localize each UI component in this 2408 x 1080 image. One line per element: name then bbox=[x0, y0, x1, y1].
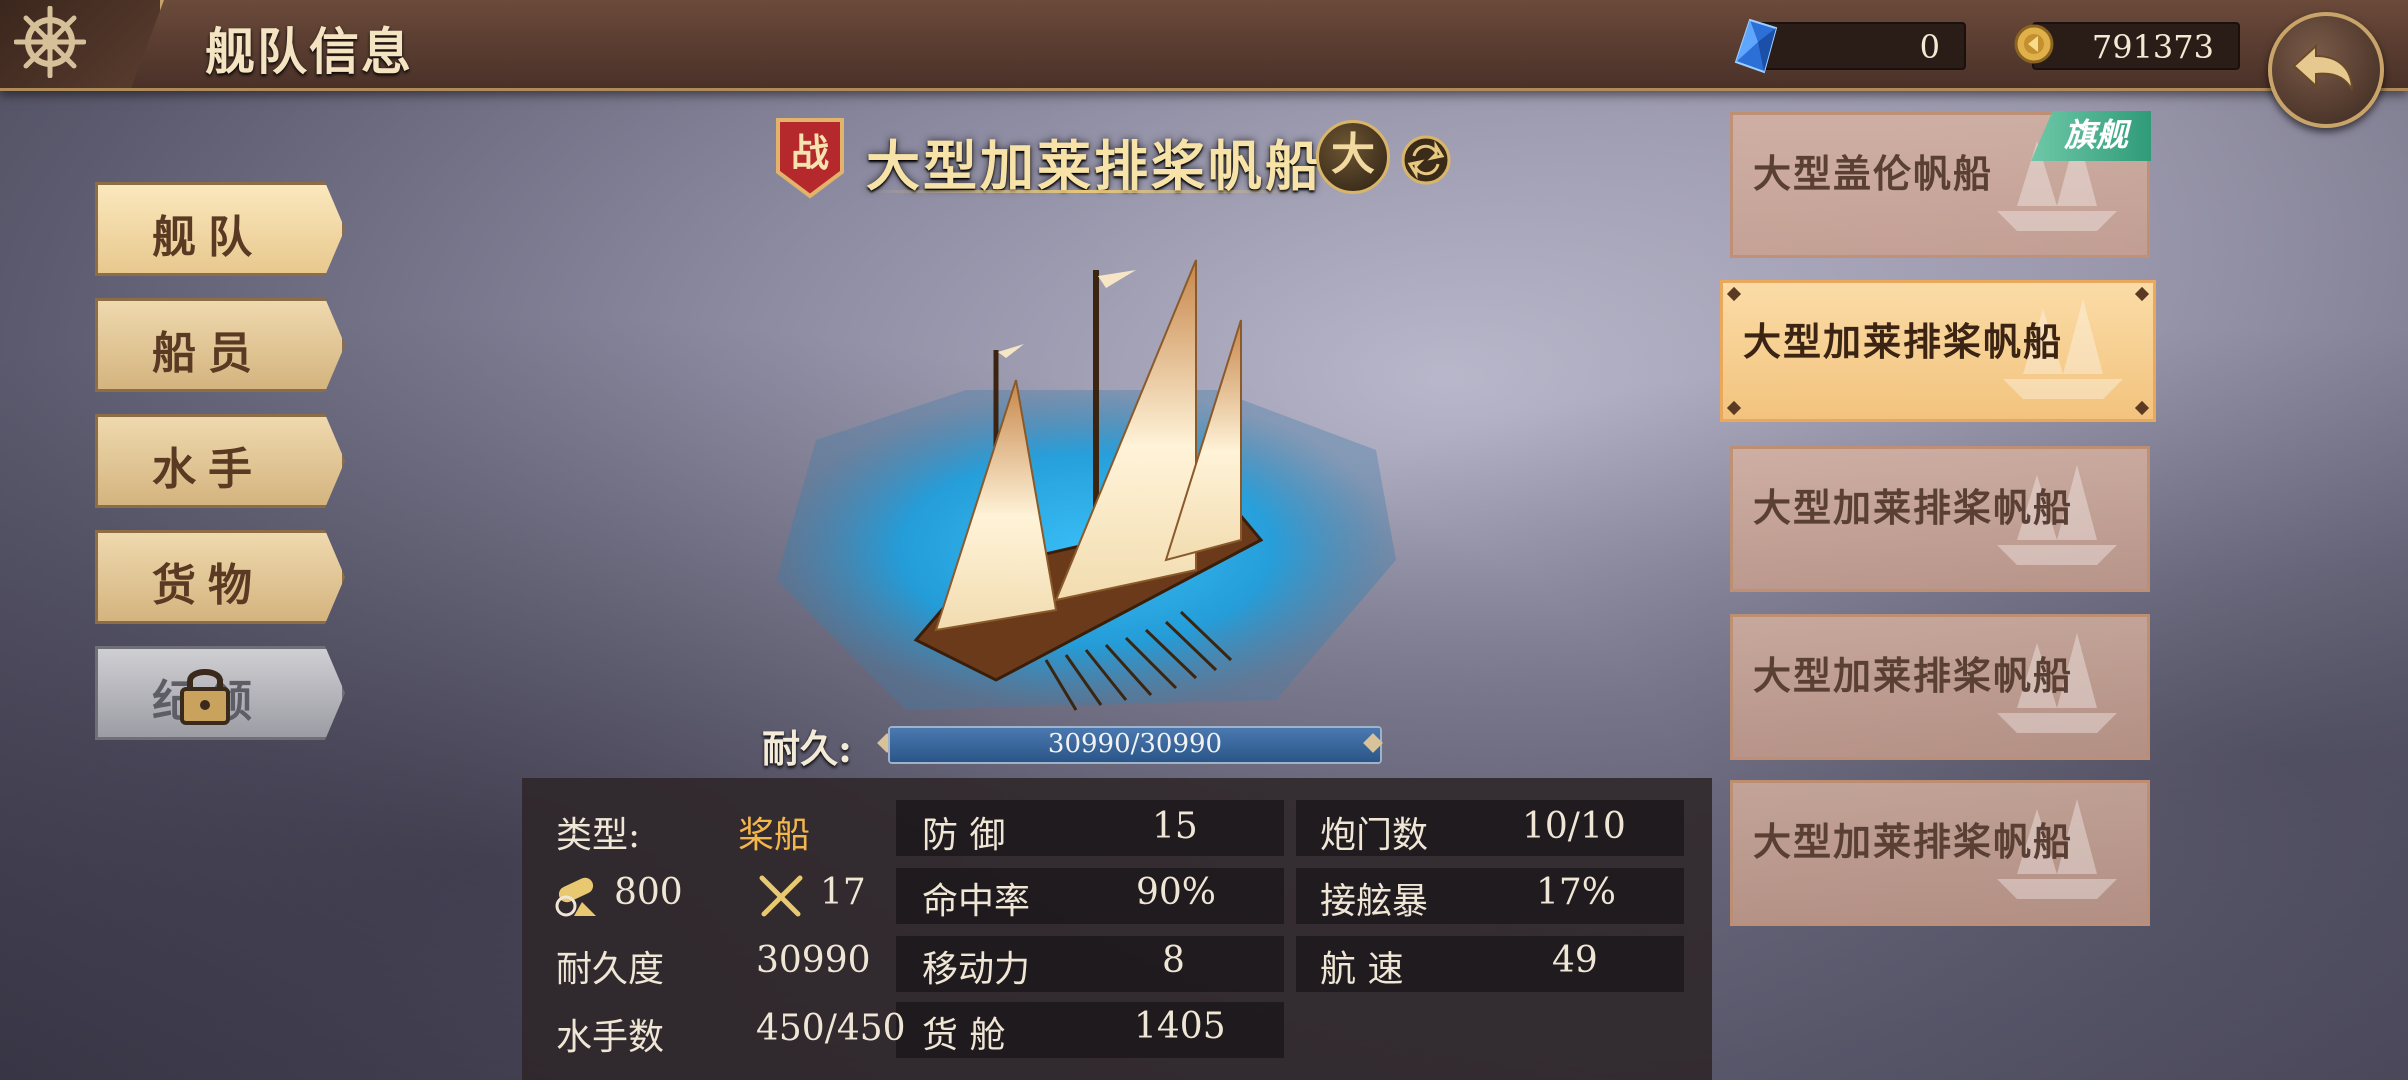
back-button[interactable] bbox=[2268, 12, 2384, 128]
cannon-value: 800 bbox=[614, 872, 683, 913]
crossed-swords-icon bbox=[759, 875, 803, 917]
mobility-label: 移动力 bbox=[922, 949, 1031, 990]
fleet-ship-name: 大型盖伦帆船 bbox=[1753, 151, 1994, 196]
gold-coin-icon bbox=[2014, 24, 2054, 64]
gunports-value: 10/10 bbox=[1522, 806, 1626, 847]
fleet-ship-card[interactable]: 大型盖伦帆船 旗舰 bbox=[1730, 111, 2151, 258]
type-label: 类型: bbox=[556, 815, 641, 856]
durability-label: 耐久: bbox=[762, 726, 853, 771]
swap-icon[interactable] bbox=[1400, 134, 1452, 186]
durability-stat-value: 30990 bbox=[756, 940, 871, 981]
blue-gem-icon bbox=[1734, 18, 1778, 74]
coin-value: 791373 bbox=[2091, 28, 2214, 66]
menu-item-label: 水手 bbox=[152, 444, 264, 495]
melee-value: 17 bbox=[820, 872, 866, 913]
speed-value: 49 bbox=[1552, 940, 1598, 981]
card-corner bbox=[1726, 400, 1742, 416]
fleet-ship-card-selected[interactable]: 大型加莱排桨帆船 bbox=[1720, 280, 2156, 422]
back-arrow-icon bbox=[2292, 43, 2353, 91]
battle-ship-badge: 战 bbox=[776, 118, 844, 199]
ship-size-badge: 大 bbox=[1316, 120, 1390, 194]
page-title: 舰队信息 bbox=[205, 22, 413, 81]
fleet-ship-name: 大型加莱排桨帆船 bbox=[1743, 319, 2064, 364]
ship-wheel-icon bbox=[14, 6, 86, 78]
boarding-label: 接舷暴 bbox=[1320, 881, 1429, 922]
ship-display bbox=[776, 259, 1396, 711]
card-corner bbox=[1726, 286, 1742, 302]
gunports-label: 炮门数 bbox=[1320, 815, 1429, 856]
fleet-ship-card[interactable]: 大型加莱排桨帆船 bbox=[1730, 780, 2150, 926]
flag-1 bbox=[998, 344, 1024, 358]
fleet-ship-card[interactable]: 大型加莱排桨帆船 bbox=[1730, 446, 2150, 592]
coin-counter: 791373 bbox=[2014, 22, 2240, 70]
crew-value: 450/450 bbox=[756, 1008, 906, 1049]
durability-text: 30990/30990 bbox=[1047, 729, 1223, 759]
fleet-ship-name: 大型加莱排桨帆船 bbox=[1753, 819, 2074, 864]
top-bar: 舰队信息 0 791373 bbox=[0, 0, 2408, 91]
menu-item-fleet[interactable]: 舰队 bbox=[95, 182, 345, 276]
crew-label: 水手数 bbox=[556, 1017, 665, 1058]
mobility-value: 8 bbox=[1162, 940, 1185, 981]
menu-item-label: 船员 bbox=[152, 328, 264, 379]
durability-bar: 30990/30990 bbox=[888, 726, 1382, 764]
speed-label: 航 速 bbox=[1320, 949, 1404, 990]
fleet-ship-name: 大型加莱排桨帆船 bbox=[1753, 485, 2074, 530]
menu-item-cargo[interactable]: 货物 bbox=[95, 530, 345, 624]
defense-label: 防 御 bbox=[922, 815, 1006, 856]
menu-item-locked[interactable]: 纪领 bbox=[95, 646, 345, 740]
cargo-label: 货 舱 bbox=[922, 1015, 1006, 1056]
cargo-value: 1405 bbox=[1134, 1006, 1226, 1047]
padlock-icon bbox=[180, 669, 230, 725]
defense-value: 15 bbox=[1152, 806, 1198, 847]
title-underline bbox=[866, 190, 1306, 193]
type-value: 桨船 bbox=[738, 815, 811, 856]
cannon-icon bbox=[555, 877, 596, 917]
fleet-ship-name: 大型加莱排桨帆船 bbox=[1753, 653, 2074, 698]
fleet-ship-card[interactable]: 大型加莱排桨帆船 bbox=[1730, 614, 2150, 760]
gem-counter: 0 bbox=[1734, 18, 1966, 74]
durability-stat-label: 耐久度 bbox=[556, 949, 665, 990]
flagship-tag: 旗舰 bbox=[2031, 111, 2151, 161]
header-badge bbox=[0, 0, 164, 88]
battle-badge-text: 战 bbox=[791, 130, 829, 175]
boarding-value: 17% bbox=[1536, 872, 1617, 913]
accuracy-label: 命中率 bbox=[922, 881, 1031, 922]
gem-value: 0 bbox=[1919, 28, 1940, 66]
menu-item-officers[interactable]: 船员 bbox=[95, 298, 345, 392]
menu-item-label: 货物 bbox=[152, 560, 264, 611]
menu-item-label: 舰队 bbox=[152, 212, 264, 263]
menu-item-sailors[interactable]: 水手 bbox=[95, 414, 345, 508]
accuracy-value: 90% bbox=[1136, 872, 1217, 913]
flag-2 bbox=[1098, 270, 1136, 288]
